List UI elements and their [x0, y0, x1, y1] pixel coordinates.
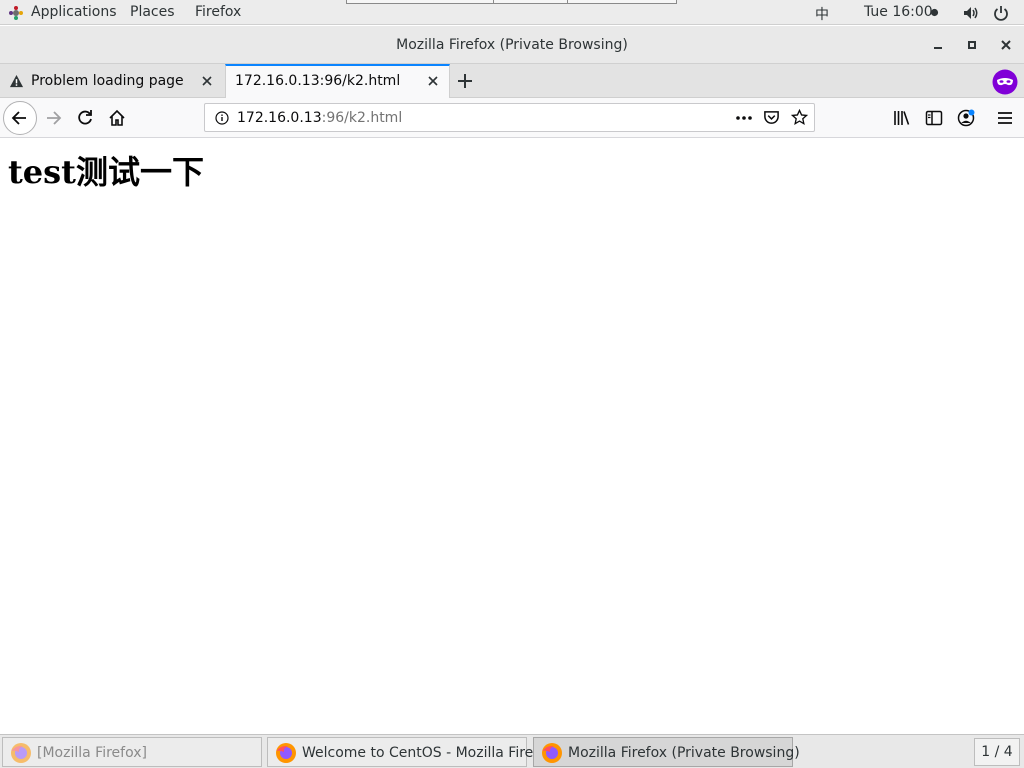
- close-tab-icon[interactable]: [200, 74, 214, 88]
- account-icon[interactable]: [956, 108, 976, 128]
- bookmark-star-icon[interactable]: [791, 109, 808, 126]
- url-text[interactable]: 172.16.0.13:96/k2.html: [237, 110, 402, 126]
- taskbar-item-welcome-centos[interactable]: Welcome to CentOS - Mozilla Firefox: [267, 737, 555, 767]
- url-bar[interactable]: 172.16.0.13:96/k2.html: [204, 103, 815, 132]
- firefox-icon: [542, 743, 562, 763]
- tab-label: 172.16.0.13:96/k2.html: [235, 73, 401, 89]
- home-icon[interactable]: [107, 108, 127, 128]
- close-tab-icon[interactable]: [426, 74, 440, 88]
- clock[interactable]: Tue 16:00: [864, 4, 933, 20]
- tab-problem-loading[interactable]: Problem loading page: [0, 64, 224, 98]
- url-host: 172.16.0.13: [237, 110, 322, 126]
- taskbar-item-label: Welcome to CentOS - Mozilla Firefox: [302, 745, 555, 761]
- tab-strip: Problem loading page 172.16.0.13:96/k2.h…: [0, 64, 1024, 99]
- page-content: test测试一下: [0, 139, 1024, 734]
- site-info-icon[interactable]: [215, 111, 229, 125]
- input-method-indicator[interactable]: 中: [815, 4, 829, 24]
- reload-icon[interactable]: [75, 108, 95, 128]
- taskbar-item-label: Mozilla Firefox (Private Browsing): [568, 745, 800, 761]
- window-title: Mozilla Firefox (Private Browsing): [396, 37, 628, 53]
- forward-arrow-icon[interactable]: [43, 108, 63, 128]
- taskbar-item-private-browsing[interactable]: Mozilla Firefox (Private Browsing): [533, 737, 800, 767]
- firefox-icon: [276, 743, 296, 763]
- back-arrow-icon: [11, 111, 26, 125]
- applications-menu[interactable]: Applications: [31, 4, 117, 20]
- private-browsing-mask-icon: [992, 69, 1018, 95]
- tab-k2-html[interactable]: 172.16.0.13:96/k2.html: [225, 64, 450, 99]
- firefox-icon: [11, 743, 31, 763]
- gnome-top-bar: Applications Places Firefox 中 Tue 16:00: [0, 0, 1024, 25]
- notification-dot-icon: [930, 8, 939, 17]
- new-tab-icon[interactable]: [456, 72, 474, 90]
- url-path: :96/k2.html: [321, 110, 403, 126]
- warning-icon: [9, 74, 24, 88]
- window-edge-fragment: [346, 0, 677, 4]
- window-titlebar: Mozilla Firefox (Private Browsing): [0, 26, 1024, 64]
- power-icon[interactable]: [992, 4, 1010, 22]
- library-icon[interactable]: [892, 108, 912, 128]
- sidebar-icon[interactable]: [924, 108, 944, 128]
- pocket-icon[interactable]: [763, 109, 780, 126]
- window-list-taskbar: [Mozilla Firefox] Welcome to CentOS - Mo…: [0, 734, 1024, 768]
- volume-icon[interactable]: [962, 4, 980, 22]
- firefox-app-menu[interactable]: Firefox: [195, 4, 241, 20]
- workspace-switcher[interactable]: 1 / 4: [974, 738, 1020, 766]
- maximize-icon[interactable]: [962, 35, 982, 55]
- places-menu[interactable]: Places: [130, 4, 175, 20]
- taskbar-item-minimized-firefox[interactable]: [Mozilla Firefox]: [2, 737, 262, 767]
- tab-label: Problem loading page: [31, 73, 184, 89]
- back-button[interactable]: [3, 101, 37, 135]
- close-window-icon[interactable]: [996, 35, 1016, 55]
- page-actions-icon[interactable]: [735, 110, 753, 126]
- hamburger-menu-icon[interactable]: [995, 108, 1015, 128]
- applications-icon[interactable]: [8, 5, 24, 21]
- taskbar-item-label: [Mozilla Firefox]: [37, 745, 147, 761]
- page-heading: test测试一下: [8, 153, 204, 191]
- minimize-icon[interactable]: [928, 35, 948, 55]
- navigation-toolbar: 172.16.0.13:96/k2.html: [0, 98, 1024, 138]
